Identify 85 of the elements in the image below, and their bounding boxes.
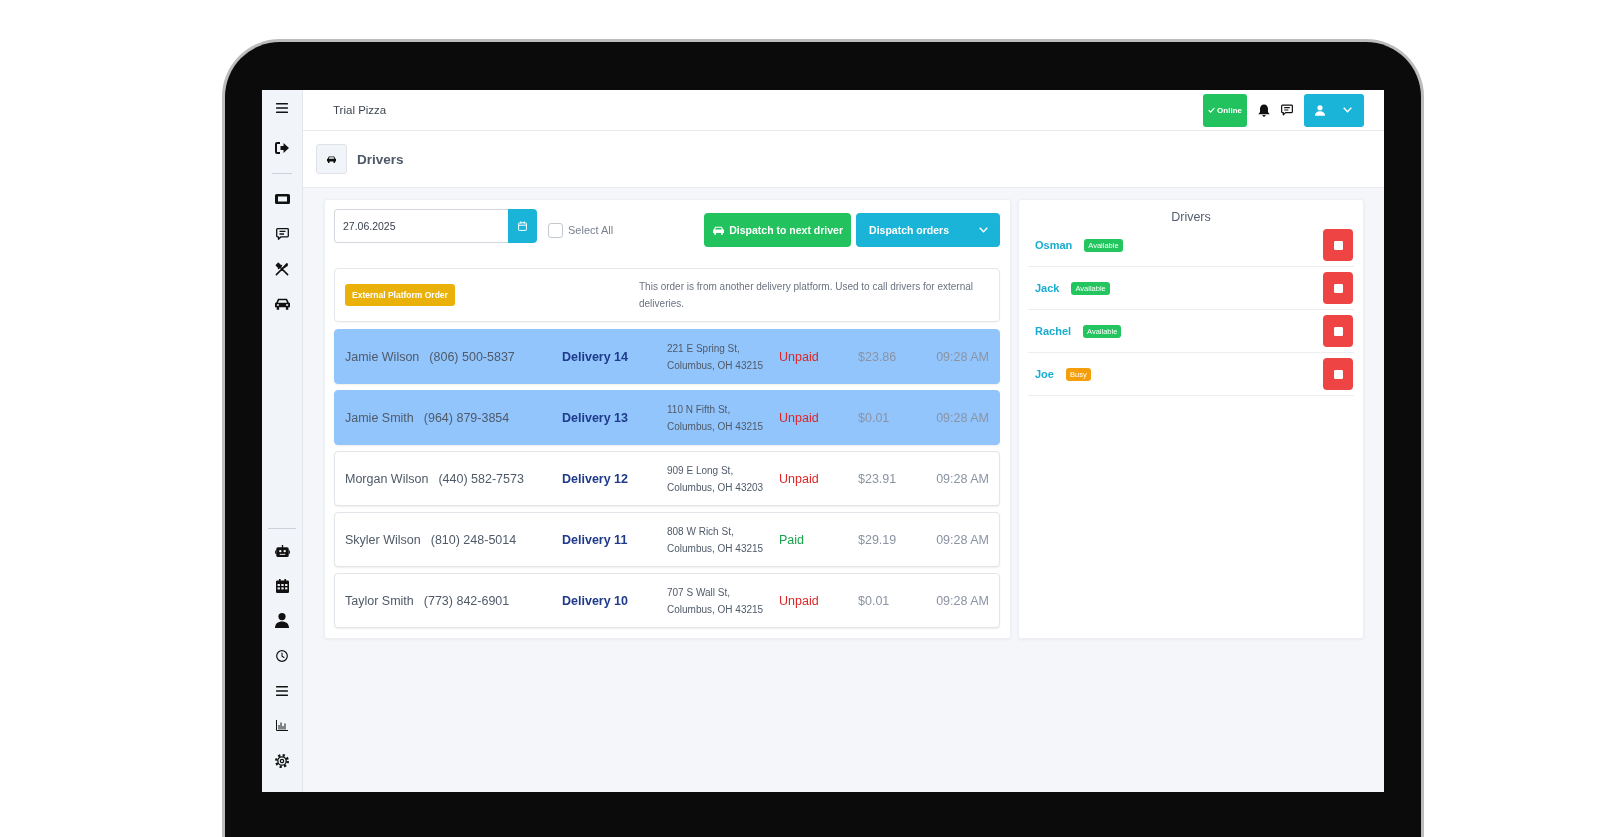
customer-name: Jamie Wilson: [345, 349, 420, 364]
chevron-down-icon: [1343, 107, 1352, 113]
order-row[interactable]: Taylor Smith (773) 842-6901 Delivery 10 707 S Wall St, Columbus, OH 43215 Unpaid $0.01 09:28 AM: [334, 573, 1000, 628]
order-row[interactable]: Skyler Wilson (810) 248-5014 Delivery 11 808 W Rich St, Columbus, OH 43215 Paid $29.19 09:28 AM: [334, 512, 1000, 567]
customer-phone: (810) 248-5014: [430, 532, 517, 547]
delivery-name: Delivery 11: [562, 532, 629, 547]
order-row[interactable]: Jamie Wilson (806) 500-5837 Delivery 14 221 E Spring St, Columbus, OH 43215 Unpaid $23.86 09:28 AM: [334, 329, 1000, 384]
driver-name[interactable]: Jack: [1035, 282, 1060, 294]
logout-icon[interactable]: [275, 141, 289, 154]
order-row[interactable]: Morgan Wilson (440) 582-7573 Delivery 12 909 E Long St, Columbus, OH 43203 Unpaid $23.91 09:28 AM: [334, 451, 1000, 506]
delivery-address: 221 E Spring St, Columbus, OH 43215: [667, 341, 765, 373]
order-total: $29.19: [858, 532, 898, 547]
chat-icon[interactable]: [275, 227, 289, 240]
ticket-icon[interactable]: [274, 193, 290, 204]
settings-icon[interactable]: [275, 753, 289, 768]
square-icon: [1333, 369, 1343, 379]
order-time: 09:28 AM: [936, 593, 989, 608]
order-total: $23.86: [858, 349, 898, 364]
payment-status: Unpaid: [779, 410, 820, 425]
stop-button[interactable]: [1323, 229, 1353, 261]
stop-button[interactable]: [1323, 358, 1353, 390]
order-time: 09:28 AM: [936, 410, 989, 425]
external-platform-tag: External Platform Order: [345, 284, 455, 306]
order-time: 09:28 AM: [936, 532, 989, 547]
payment-status: Paid: [779, 532, 806, 547]
order-total: $0.01: [858, 593, 891, 608]
customer-name: Jamie Smith: [345, 410, 414, 425]
stop-button[interactable]: [1323, 272, 1353, 304]
stop-button[interactable]: [1323, 315, 1353, 347]
online-status-button[interactable]: Online: [1203, 93, 1247, 127]
delivery-name: Delivery 12: [562, 471, 630, 486]
delivery-name: Delivery 13: [562, 410, 630, 425]
robot-icon[interactable]: [274, 544, 290, 557]
chat-icon[interactable]: [1281, 104, 1293, 116]
customer-name: Taylor Smith: [345, 593, 414, 608]
select-all-label[interactable]: Select All: [568, 224, 614, 236]
customer-phone: (440) 582-7573: [438, 471, 524, 486]
utensils-icon[interactable]: [275, 261, 289, 276]
customer-name: Skyler Wilson: [345, 532, 421, 547]
clock-icon[interactable]: [276, 649, 288, 662]
list-icon[interactable]: [276, 685, 288, 696]
user-icon[interactable]: [275, 613, 289, 628]
delivery-address: 707 S Wall St, Columbus, OH 43215: [667, 585, 765, 617]
customer-phone: (806) 500-5837: [429, 349, 515, 364]
customer-phone: (773) 842-6901: [423, 593, 510, 608]
calendar-icon: [518, 221, 527, 231]
delivery-name: Delivery 10: [562, 593, 630, 608]
user-icon: [1315, 104, 1325, 116]
customer-name: Morgan Wilson: [345, 471, 429, 486]
delivery-address: 110 N Fifth St, Columbus, OH 43215: [667, 402, 765, 434]
order-time: 09:28 AM: [936, 471, 989, 486]
menu-icon[interactable]: [276, 102, 288, 113]
order-row[interactable]: Jamie Smith (964) 879-3854 Delivery 13 110 N Fifth St, Columbus, OH 43215 Unpaid $0.01 09:28 AM: [334, 390, 1000, 445]
car-icon[interactable]: [274, 297, 290, 310]
calendar-icon[interactable]: [275, 578, 289, 593]
delivery-name: Delivery 14: [562, 349, 630, 364]
page-title: Drivers: [357, 151, 404, 167]
car-icon: [316, 144, 347, 174]
customer-phone: (964) 879-3854: [423, 410, 510, 425]
payment-status: Unpaid: [779, 593, 820, 608]
chevron-down-icon: [979, 227, 988, 233]
dispatch-orders-dropdown[interactable]: Dispatch orders: [856, 213, 1000, 247]
car-icon: [713, 225, 725, 235]
driver-name[interactable]: Rachel: [1035, 325, 1072, 337]
delivery-address: 808 W Rich St, Columbus, OH 43215: [667, 524, 765, 556]
square-icon: [1333, 283, 1343, 293]
notice-text: This order is from another delivery platform. Used to call drivers for external deliveries.: [639, 280, 974, 311]
driver-name[interactable]: Joe: [1035, 368, 1054, 380]
notification-bell-icon[interactable]: [1258, 103, 1270, 117]
payment-status: Unpaid: [779, 349, 820, 364]
order-time: 09:28 AM: [936, 349, 989, 364]
restaurant-name: Trial Pizza: [333, 104, 387, 116]
check-icon: [1208, 107, 1216, 113]
dispatch-button[interactable]: Dispatch to next driver: [704, 213, 852, 247]
bar-chart-icon[interactable]: [276, 720, 288, 731]
panel-title: Drivers: [1170, 210, 1212, 224]
square-icon: [1333, 326, 1343, 336]
select-all-checkbox[interactable]: [548, 222, 563, 238]
driver-name[interactable]: Osman: [1035, 239, 1073, 251]
order-total: $0.01: [858, 410, 891, 425]
delivery-address: 909 E Long St, Columbus, OH 43203: [667, 463, 765, 495]
date-field[interactable]: 27.06.2025: [334, 209, 508, 243]
order-total: $23.91: [858, 471, 898, 486]
square-icon: [1333, 240, 1343, 250]
payment-status: Unpaid: [779, 471, 820, 486]
